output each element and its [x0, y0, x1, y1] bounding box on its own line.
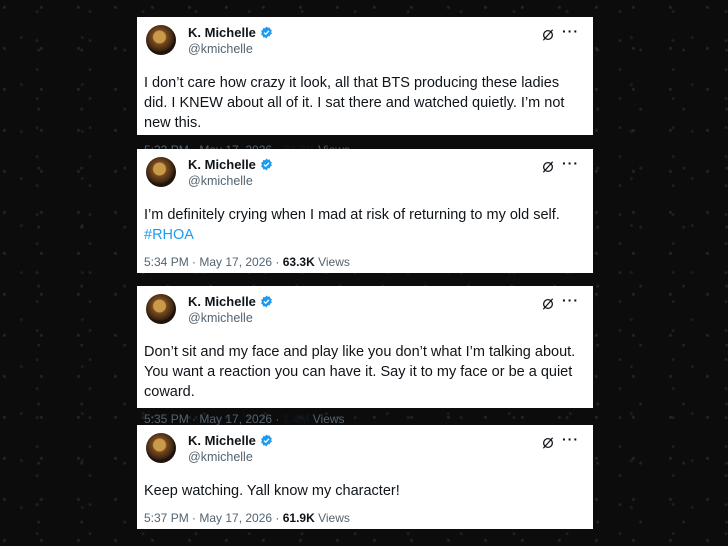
- avatar[interactable]: [146, 25, 176, 55]
- tweet-text: Don’t sit and my face and play like you …: [144, 344, 576, 400]
- tweet-text: Keep watching. Yall know my character!: [144, 483, 400, 499]
- avatar[interactable]: [146, 294, 176, 324]
- tweet-timestamp[interactable]: 5:35 PM · May 17, 2026 ·: [144, 412, 283, 426]
- tweet-timestamp[interactable]: 5:37 PM · May 17, 2026 ·: [144, 511, 283, 525]
- more-icon[interactable]: ···: [562, 24, 579, 38]
- view-count: 61.9K: [282, 511, 315, 525]
- verified-badge-icon: [261, 26, 272, 39]
- avatar[interactable]: [146, 157, 176, 187]
- tweet-meta: 5:37 PM · May 17, 2026 · 61.9K Views: [144, 511, 579, 525]
- grok-icon[interactable]: [541, 160, 555, 174]
- tweet-meta: 5:35 PM · May 17, 2026 · 1.4M Views: [144, 412, 579, 426]
- view-count: 63.3K: [282, 255, 315, 269]
- tweet-meta: 5:34 PM · May 17, 2026 · 63.3K Views: [144, 255, 579, 269]
- tweet-card: K. Michelle @kmichelle ··· Keep watching…: [137, 425, 593, 529]
- avatar[interactable]: [146, 433, 176, 463]
- more-icon[interactable]: ···: [562, 293, 579, 307]
- grok-icon[interactable]: [541, 28, 555, 42]
- user-handle[interactable]: @kmichelle: [188, 311, 253, 325]
- views-label: Views: [314, 255, 350, 269]
- tweet-timestamp[interactable]: 5:34 PM · May 17, 2026 ·: [144, 255, 283, 269]
- views-label: Views: [314, 511, 350, 525]
- verified-badge-icon: [261, 434, 272, 447]
- verified-badge-icon: [261, 158, 272, 171]
- tweet-card: K. Michelle @kmichelle ··· I’m definitel…: [137, 149, 593, 273]
- tweet-text: I’m definitely crying when I mad at risk…: [144, 207, 560, 223]
- display-name[interactable]: K. Michelle: [188, 25, 256, 40]
- tweet-card: K. Michelle @kmichelle ··· I don’t care …: [137, 17, 593, 157]
- more-icon[interactable]: ···: [562, 432, 579, 446]
- hashtag-link[interactable]: #RHOA: [144, 225, 579, 245]
- grok-icon[interactable]: [541, 436, 555, 450]
- grok-icon[interactable]: [541, 297, 555, 311]
- more-icon[interactable]: ···: [562, 156, 579, 170]
- user-handle[interactable]: @kmichelle: [188, 174, 253, 188]
- view-count: 1.4M: [282, 412, 310, 426]
- user-handle[interactable]: @kmichelle: [188, 42, 253, 56]
- views-label: Views: [309, 412, 345, 426]
- display-name[interactable]: K. Michelle: [188, 433, 256, 448]
- display-name[interactable]: K. Michelle: [188, 294, 256, 309]
- display-name[interactable]: K. Michelle: [188, 157, 256, 172]
- tweet-text: I don’t care how crazy it look, all that…: [144, 75, 565, 131]
- verified-badge-icon: [261, 295, 272, 308]
- tweet-card: K. Michelle @kmichelle ··· Don’t sit and…: [137, 286, 593, 426]
- user-handle[interactable]: @kmichelle: [188, 450, 253, 464]
